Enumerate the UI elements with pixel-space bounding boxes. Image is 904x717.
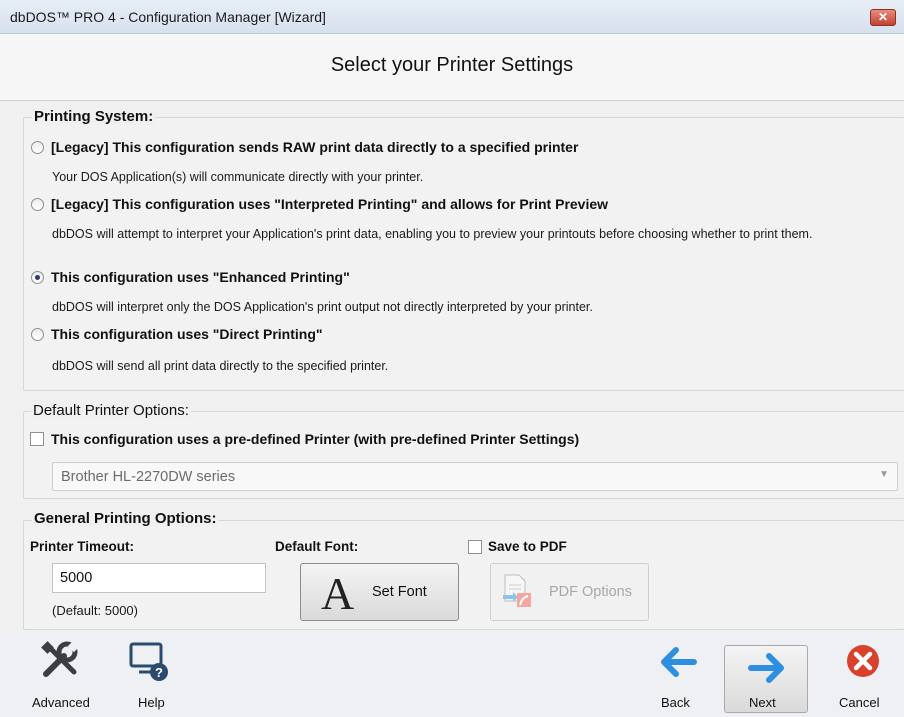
back-button[interactable]: Back (650, 638, 706, 714)
printer-select-value: Brother HL-2270DW series (61, 469, 236, 485)
advanced-label: Advanced (32, 695, 90, 710)
help-icon: ? (129, 642, 169, 687)
default-printer-legend: Default Printer Options: (31, 402, 191, 419)
next-button[interactable]: Next (724, 645, 808, 713)
back-arrow-icon (658, 644, 698, 685)
pdf-icon (501, 573, 535, 609)
set-font-button[interactable]: A Set Font (300, 563, 459, 621)
cancel-label: Cancel (839, 695, 880, 710)
save-to-pdf-label[interactable]: Save to PDF (488, 539, 567, 554)
dropdown-arrow-icon[interactable]: ▼ (879, 469, 889, 480)
printer-timeout-input[interactable]: 5000 (52, 563, 266, 593)
printer-timeout-default: (Default: 5000) (52, 603, 138, 618)
radio-interpreted-printing[interactable] (31, 198, 44, 211)
option-direct-printing-label[interactable]: This configuration uses "Direct Printing… (51, 326, 323, 342)
cancel-icon (845, 643, 881, 684)
set-font-label: Set Font (372, 584, 427, 600)
option-interpreted-printing-description: dbDOS will attempt to interpret your App… (52, 227, 813, 241)
next-label: Next (749, 695, 776, 710)
option-raw-printing-label[interactable]: [Legacy] This configuration sends RAW pr… (51, 139, 578, 155)
close-button[interactable]: ✕ (870, 9, 896, 26)
option-enhanced-printing-label[interactable]: This configuration uses "Enhanced Printi… (51, 269, 350, 285)
predefined-printer-checkbox[interactable] (30, 432, 44, 446)
page-title: Select your Printer Settings (330, 54, 574, 76)
printing-system-legend: Printing System: (32, 108, 156, 125)
close-icon[interactable]: ✕ (878, 10, 888, 24)
help-button[interactable]: ? Help (124, 638, 184, 714)
radio-direct-printing[interactable] (31, 328, 44, 341)
radio-raw-printing[interactable] (31, 141, 44, 154)
window-title: dbDOS™ PRO 4 - Configuration Manager [Wi… (10, 9, 326, 25)
help-label: Help (138, 695, 165, 710)
cancel-button[interactable]: Cancel (832, 638, 894, 714)
pdf-options-label: PDF Options (549, 584, 632, 600)
predefined-printer-label[interactable]: This configuration uses a pre-defined Pr… (51, 431, 579, 447)
option-interpreted-printing-label[interactable]: [Legacy] This configuration uses "Interp… (51, 196, 608, 212)
printer-timeout-value[interactable]: 5000 (60, 570, 92, 586)
default-font-label: Default Font: (275, 539, 359, 554)
save-to-pdf-checkbox[interactable] (468, 540, 482, 554)
option-direct-printing-description: dbDOS will send all print data directly … (52, 359, 389, 373)
printer-timeout-label: Printer Timeout: (30, 539, 135, 554)
wizard-header: Select your Printer Settings (0, 34, 904, 101)
title-bar: dbDOS™ PRO 4 - Configuration Manager [Wi… (0, 0, 904, 34)
radio-enhanced-printing[interactable] (31, 271, 44, 284)
svg-text:?: ? (155, 665, 163, 680)
font-icon: A (321, 568, 355, 619)
next-arrow-icon (747, 650, 787, 691)
printing-system-group (23, 117, 904, 391)
back-label: Back (661, 695, 690, 710)
general-printing-legend: General Printing Options: (32, 510, 219, 527)
printer-select[interactable]: Brother HL-2270DW series ▼ (52, 462, 898, 491)
option-enhanced-printing-description: dbDOS will interpret only the DOS Applic… (52, 300, 593, 314)
pdf-options-button[interactable]: PDF Options (490, 563, 649, 621)
option-raw-printing-description: Your DOS Application(s) will communicate… (52, 170, 424, 184)
tools-icon (40, 640, 80, 685)
advanced-button[interactable]: Advanced (28, 638, 100, 714)
